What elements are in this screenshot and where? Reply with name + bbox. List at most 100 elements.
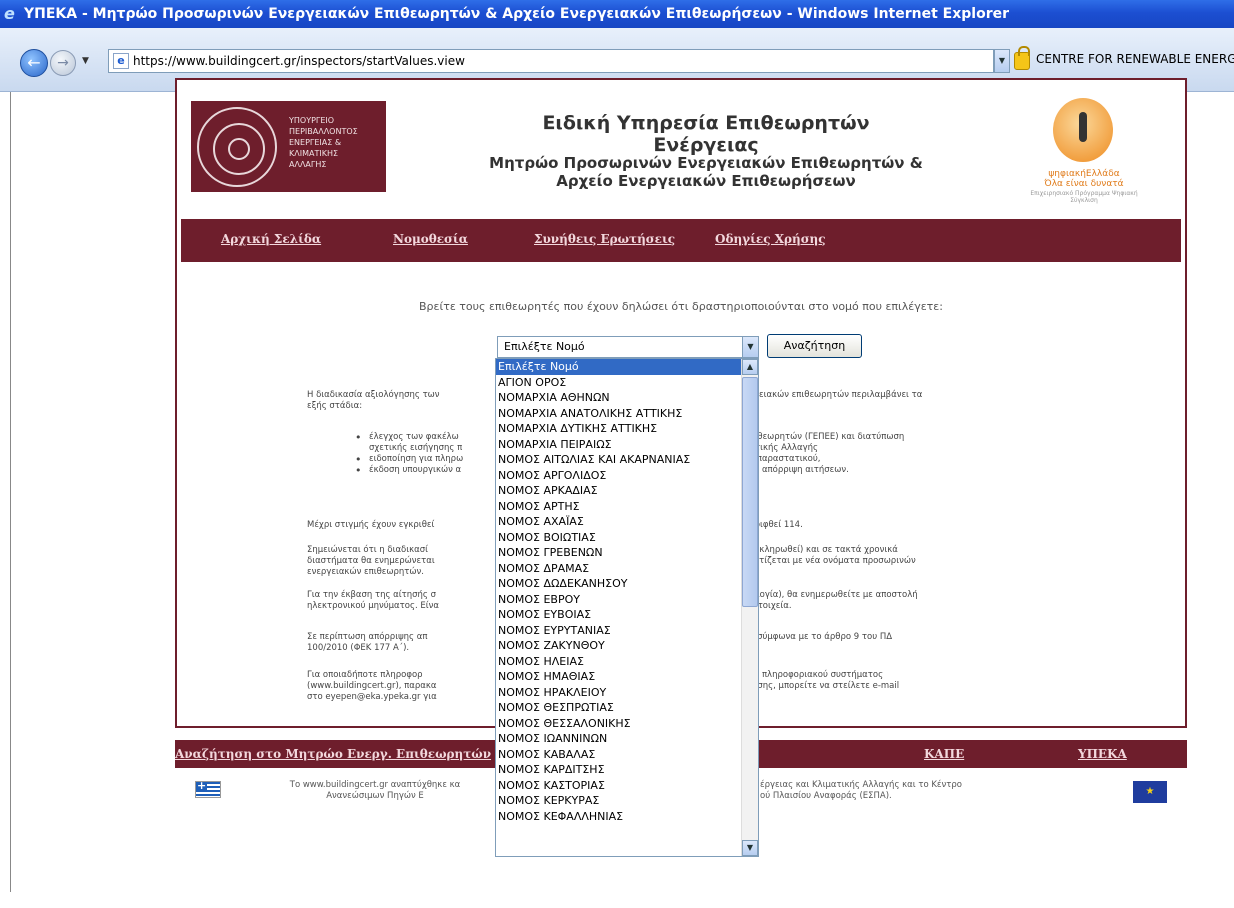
scroll-up-icon[interactable]: ▲ (742, 359, 758, 375)
dropdown-option[interactable]: ΝΟΜΑΡΧΙΑ ΠΕΙΡΑΙΩΣ (496, 437, 758, 453)
nav-legislation[interactable]: Νομοθεσία (393, 232, 468, 246)
footer-search-link[interactable]: Αναζήτηση στο Μητρώο Ενεργ. Επιθεωρητών (175, 747, 491, 761)
text-line: Επίσης, μπορείτε να στείλετε e-mail (744, 681, 900, 691)
site-title: Ειδική Υπηρεσία Επιθεωρητών Ενέργειας (542, 112, 870, 156)
window-title-bar: e ΥΠΕΚΑ - Μητρώο Προσωρινών Ενεργειακών … (0, 0, 1234, 28)
text-line: σχετικής εισήγησης π (369, 443, 463, 453)
note1-right: ολοκληρωθεί) και σε τακτά χρονικά λουτίζ… (744, 545, 916, 567)
lock-icon[interactable] (1014, 46, 1030, 70)
search-button[interactable]: Αναζήτηση (767, 334, 862, 358)
stages-list: έλεγχος των φακέλωσχετικής εισήγησης π ε… (355, 432, 463, 476)
nav-home[interactable]: Αρχική Σελίδα (221, 232, 321, 246)
ministry-line: ΠΕΡΙΒΑΛΛΟΝΤΟΣ (289, 127, 358, 136)
dropdown-option[interactable]: ΝΟΜΟΣ ΑΙΤΩΛΙΑΣ ΚΑΙ ΑΚΑΡΝΑΝΙΑΣ (496, 452, 758, 468)
text-line: έλεγχος των φακέλω (369, 432, 459, 442)
dropdown-option[interactable]: ΝΟΜΟΣ ΔΩΔΕΚΑΝΗΣΟΥ (496, 576, 758, 592)
dropdown-option[interactable]: ΝΟΜΑΡΧΙΑ ΑΘΗΝΩΝ (496, 390, 758, 406)
footer-text-right: έργειας και Κλιματικής Αλλαγής και το Κέ… (760, 780, 1020, 802)
dropdown-option[interactable]: ΝΟΜΟΣ ΓΡΕΒΕΝΩΝ (496, 545, 758, 561)
dropdown-option[interactable]: ΝΟΜΟΣ ΘΕΣΠΡΩΤΙΑΣ (496, 700, 758, 716)
text-line: ηλεκτρονικού μηνύματος. Είνα (307, 601, 439, 611)
digital-greece-logo-subtext: Επιχειρησιακό Πρόγραμμα Ψηφιακή Σύγκλιση (1030, 190, 1138, 204)
intro-text-right: εργειακών επιθεωρητών περιλαμβάνει τα (744, 390, 923, 400)
ministry-emblem-icon (197, 107, 277, 187)
note4-left: Για οποιαδήποτε πληροφορ (www.buildingce… (307, 670, 437, 703)
dropdown-option[interactable]: ΝΟΜΟΣ ΕΥΒΟΙΑΣ (496, 607, 758, 623)
dropdown-option[interactable]: ΝΟΜΑΡΧΙΑ ΔΥΤΙΚΗΣ ΑΤΤΙΚΗΣ (496, 421, 758, 437)
text-line: Για οποιαδήποτε πληροφορ (307, 670, 423, 680)
text-line: εξής στάδια: (307, 401, 363, 411)
list-item: έκδοση υπουργικών α (355, 465, 463, 476)
footer-text-left: Το www.buildingcert.gr αναπτύχθηκε κα Αν… (255, 780, 495, 802)
prefecture-select[interactable]: Επιλέξτε Νομό ▼ (497, 336, 759, 358)
dropdown-option[interactable]: ΝΟΜΟΣ ΘΕΣΣΑΛΟΝΙΚΗΣ (496, 716, 758, 732)
text-line: Το www.buildingcert.gr αναπτύχθηκε κα (289, 780, 461, 790)
dropdown-option[interactable]: ΝΟΜΟΣ ΚΑΒΑΛΑΣ (496, 747, 758, 763)
back-button[interactable]: ← (20, 49, 48, 77)
note4-right: του πληροφοριακού συστήματος Επίσης, μπο… (744, 670, 899, 692)
approved-text-left: Μέχρι στιγμής έχουν εγκριθεί (307, 520, 435, 530)
dropdown-option[interactable]: ΝΟΜΟΣ ΑΡΓΟΛΙΔΟΣ (496, 468, 758, 484)
dropdown-option[interactable]: ΝΟΜΟΣ ΚΑΡΔΙΤΣΗΣ (496, 762, 758, 778)
ministry-line: ΥΠΟΥΡΓΕΙΟ (289, 116, 335, 125)
text-line: Ανανεώσιμων Πηγών Ε (326, 791, 424, 801)
prefecture-select-value: Επιλέξτε Νομό (504, 340, 585, 353)
history-dropdown-icon[interactable]: ▼ (82, 56, 89, 66)
dropdown-option[interactable]: ΝΟΜΟΣ ΑΡΤΗΣ (496, 499, 758, 515)
window-edge (10, 92, 11, 892)
note3-right: ής σύμφωνα με το άρθρο 9 του ΠΔ (744, 632, 893, 642)
dropdown-scrollbar[interactable]: ▲ ▼ (741, 359, 758, 856)
ministry-line: ΑΛΛΑΓΗΣ (289, 160, 327, 169)
text-line: ού παραστατικού, (744, 454, 821, 464)
text-line: Σημειώνεται ότι η διαδικασί (307, 545, 429, 555)
text-line: Η διαδικασία αξιολόγησης των (307, 390, 440, 400)
dropdown-option[interactable]: ΝΟΜΟΣ ΚΑΣΤΟΡΙΑΣ (496, 778, 758, 794)
certificate-owner[interactable]: CENTRE FOR RENEWABLE ENERG (1036, 52, 1234, 66)
dropdown-option[interactable]: ΝΟΜΟΣ ΑΡΚΑΔΙΑΣ (496, 483, 758, 499)
text-line: ειδοποίηση για πληρω (369, 454, 464, 464)
text-line: ού Πλαισίου Αναφοράς (ΕΣΠΑ). (760, 791, 892, 801)
text-line: του πληροφοριακού συστήματος (744, 670, 884, 680)
dropdown-option[interactable]: ΝΟΜΟΣ ΖΑΚΥΝΘΟΥ (496, 638, 758, 654)
chevron-down-icon[interactable]: ▼ (742, 337, 758, 357)
text-line: στο eyepen@eka.ypeka.gr για (307, 692, 437, 702)
dropdown-option[interactable]: ΑΓΙΟΝ ΟΡΟΣ (496, 375, 758, 391)
digital-greece-logo-icon[interactable] (1053, 98, 1113, 162)
dropdown-option[interactable]: ΝΟΜΟΣ ΚΕΡΚΥΡΑΣ (496, 793, 758, 809)
text-line: έργειας και Κλιματικής Αλλαγής και το Κέ… (760, 780, 962, 790)
scroll-thumb[interactable] (742, 377, 758, 607)
eu-flag-icon: ★ (1133, 781, 1167, 803)
address-bar[interactable]: e https://www.buildingcert.gr/inspectors… (108, 49, 994, 73)
greek-flag-icon (195, 779, 221, 798)
main-nav: Αρχική Σελίδα Νομοθεσία Συνήθεις Ερωτήσε… (181, 219, 1181, 262)
dropdown-options: Επιλέξτε Νομό ΑΓΙΟΝ ΟΡΟΣ ΝΟΜΑΡΧΙΑ ΑΘΗΝΩΝ ΝΟ… (496, 359, 758, 824)
dropdown-option[interactable]: ΝΟΜΟΣ ΙΩΑΝΝΙΝΩΝ (496, 731, 758, 747)
dropdown-option[interactable]: ΝΟΜΟΣ ΑΧΑΪΑΣ (496, 514, 758, 530)
ie-icon: e (4, 4, 15, 23)
dropdown-option[interactable]: ΝΟΜΟΣ ΔΡΑΜΑΣ (496, 561, 758, 577)
text-line: ενεργειακών επιθεωρητών. (307, 567, 424, 577)
dropdown-option[interactable]: ΝΟΜΟΣ ΕΥΡΥΤΑΝΙΑΣ (496, 623, 758, 639)
dropdown-option[interactable]: ΝΟΜΟΣ ΗΛΕΙΑΣ (496, 654, 758, 670)
dropdown-option[interactable]: ΝΟΜΑΡΧΙΑ ΑΝΑΤΟΛΙΚΗΣ ΑΤΤΙΚΗΣ (496, 406, 758, 422)
ministry-name: ΥΠΟΥΡΓΕΙΟ ΠΕΡΙΒΑΛΛΟΝΤΟΣ ΕΝΕΡΓΕΙΑΣ & ΚΛΙΜ… (289, 115, 385, 170)
dropdown-option[interactable]: ΝΟΜΟΣ ΗΡΑΚΛΕΙΟΥ (496, 685, 758, 701)
dropdown-option[interactable]: ΝΟΜΟΣ ΗΜΑΘΙΑΣ (496, 669, 758, 685)
address-dropdown-button[interactable]: ▼ (994, 49, 1010, 73)
nav-guide[interactable]: Οδηγίες Χρήσης (715, 232, 826, 246)
scroll-down-icon[interactable]: ▼ (742, 840, 758, 856)
dropdown-option[interactable]: ΝΟΜΟΣ ΕΒΡΟΥ (496, 592, 758, 608)
footer-kape-link[interactable]: ΚΑΠΕ (924, 747, 964, 761)
ministry-logo[interactable]: ΥΠΟΥΡΓΕΙΟ ΠΕΡΙΒΑΛΛΟΝΤΟΣ ΕΝΕΡΓΕΙΑΣ & ΚΛΙΜ… (191, 101, 386, 192)
nav-faq[interactable]: Συνήθεις Ερωτήσεις (534, 232, 675, 246)
dropdown-option[interactable]: ΝΟΜΟΣ ΚΕΦΑΛΛΗΝΙΑΣ (496, 809, 758, 825)
text-line: ολοκληρωθεί) και σε τακτά χρονικά (744, 545, 898, 555)
text-line: διαστήματα θα ενημερώνεται (307, 556, 435, 566)
prefecture-dropdown-list[interactable]: Επιλέξτε Νομό ΑΓΙΟΝ ΟΡΟΣ ΝΟΜΑΡΧΙΑ ΑΘΗΝΩΝ ΝΟ… (495, 358, 759, 857)
text-line: ά στοιχεία. (744, 601, 792, 611)
footer-ypeka-link[interactable]: ΥΠΕΚΑ (1078, 747, 1127, 761)
forward-button[interactable]: → (50, 50, 76, 76)
ministry-line: ΕΝΕΡΓΕΙΑΣ & (289, 138, 342, 147)
dropdown-option[interactable]: ΝΟΜΟΣ ΒΟΙΩΤΙΑΣ (496, 530, 758, 546)
dropdown-option[interactable]: Επιλέξτε Νομό (496, 359, 758, 375)
